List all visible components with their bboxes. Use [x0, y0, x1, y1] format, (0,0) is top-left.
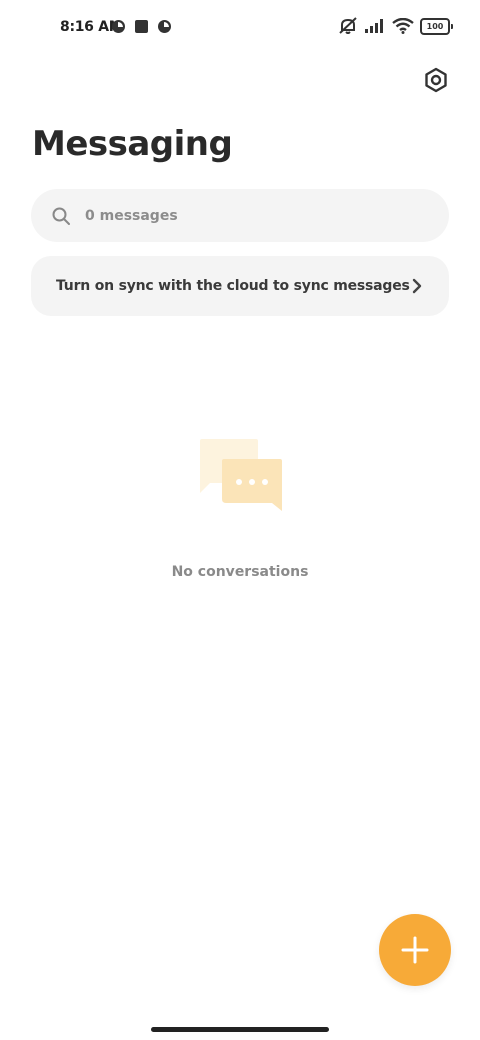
app-notification-icon [158, 20, 171, 33]
signal-icon [365, 19, 383, 33]
sync-cloud-banner[interactable]: Turn on sync with the cloud to sync mess… [31, 256, 449, 316]
app-notification-icon [112, 20, 125, 33]
status-right-icons: 100 [338, 17, 453, 35]
sync-banner-text: Turn on sync with the cloud to sync mess… [56, 278, 410, 294]
search-input[interactable] [83, 206, 407, 225]
notification-icons [112, 20, 171, 33]
square-notification-icon [135, 20, 148, 33]
status-bar: 8:16 AM 100 [0, 0, 480, 56]
empty-state-text: No conversations [171, 564, 309, 580]
new-conversation-button[interactable] [379, 914, 451, 986]
search-bar[interactable] [31, 189, 449, 242]
page-title: Messaging [32, 124, 233, 164]
plus-icon [401, 936, 429, 964]
chevron-right-icon [412, 278, 422, 294]
settings-button[interactable] [421, 65, 451, 95]
mute-icon [339, 17, 357, 34]
search-icon [52, 207, 70, 225]
battery-icon: 100 [420, 17, 453, 35]
wifi-icon [392, 18, 414, 34]
settings-hexagon-icon [425, 67, 447, 93]
home-indicator[interactable] [151, 1027, 329, 1032]
chat-bubbles-icon [196, 437, 286, 517]
